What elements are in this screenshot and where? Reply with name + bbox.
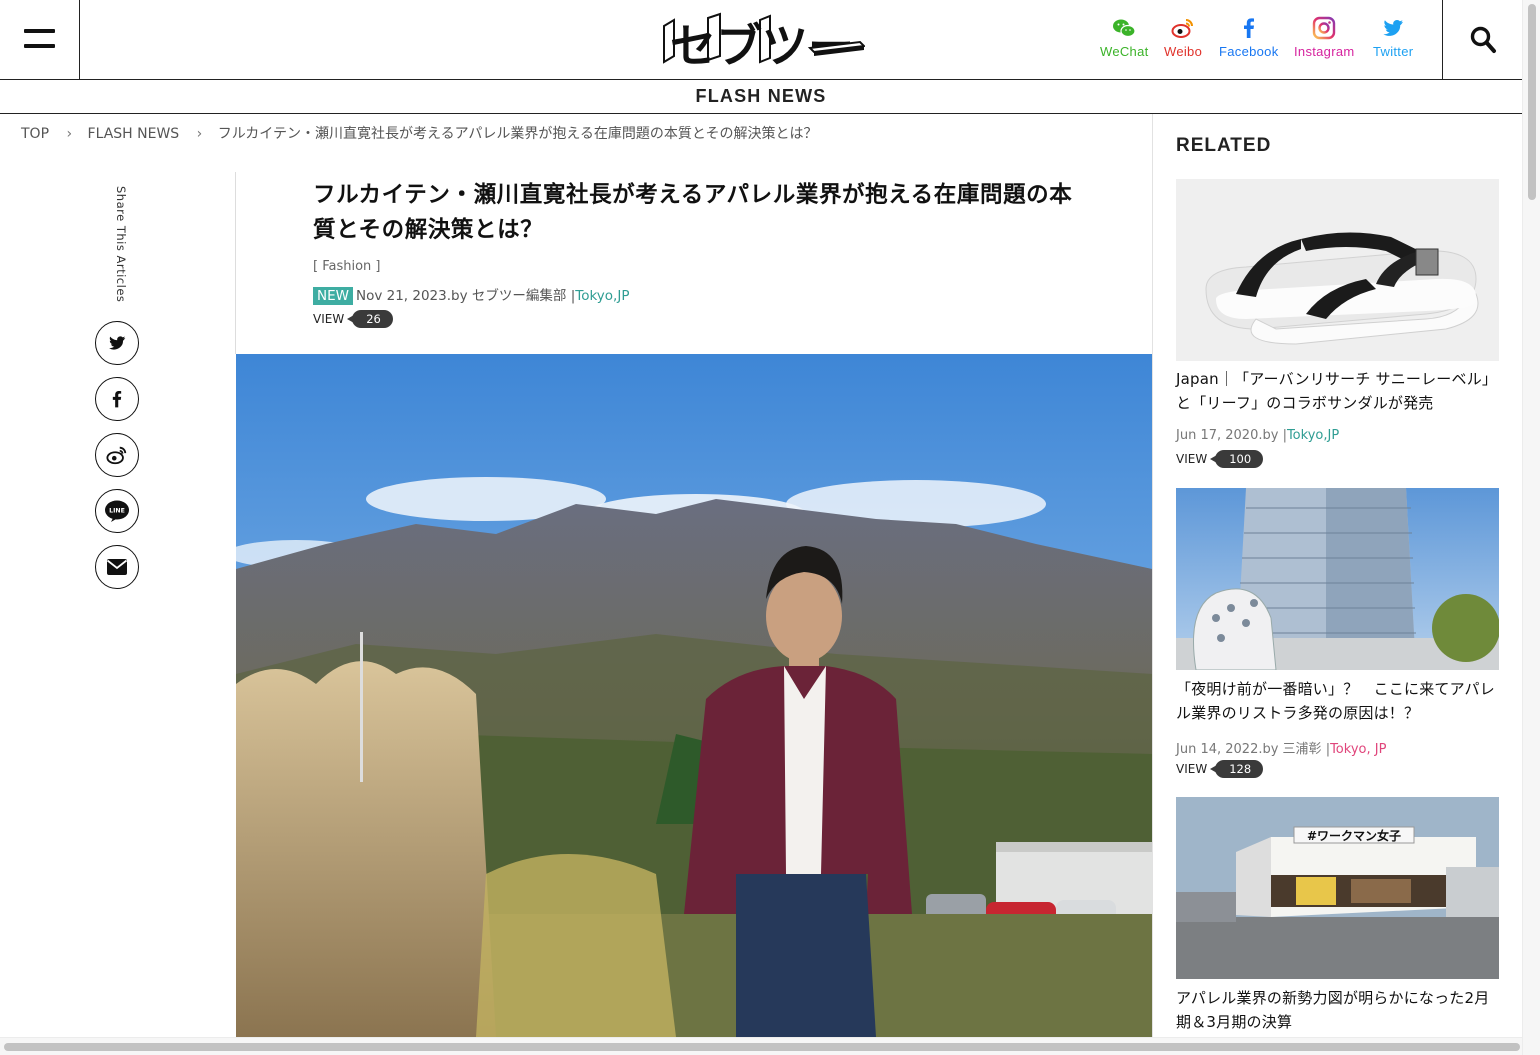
article-location[interactable]: Tokyo,JP [575, 288, 629, 304]
instagram-label: Instagram [1294, 44, 1355, 59]
related-card-meta: Jun 17, 2020.by |Tokyo,JP [1176, 428, 1339, 443]
twitter-icon [1383, 20, 1404, 36]
sandal-photo [1176, 179, 1499, 361]
wechat-label: WeChat [1100, 44, 1149, 59]
related-card-image[interactable] [1176, 179, 1499, 361]
instagram-link[interactable]: Instagram [1294, 16, 1355, 59]
share-label: Share This Articles [114, 186, 128, 303]
sidebar-divider [1152, 114, 1153, 1044]
menu-line-icon [24, 44, 55, 48]
view-label: VIEW [1176, 762, 1208, 776]
view-label: VIEW [313, 312, 345, 326]
facebook-label: Facebook [1219, 44, 1279, 59]
chevron-right-icon: › [66, 126, 73, 142]
share-facebook-button[interactable] [95, 377, 139, 421]
article-view-count: VIEW 26 [313, 310, 393, 328]
twitter-link[interactable]: Twitter [1373, 16, 1413, 59]
instagram-icon [1313, 16, 1336, 40]
facebook-icon [112, 391, 122, 408]
weibo-link[interactable]: Weibo [1164, 16, 1202, 59]
view-count-badge: 100 [1210, 450, 1264, 468]
article-divider [235, 172, 236, 354]
hero-photo [236, 354, 1152, 1037]
vertical-scrollbar[interactable] [1522, 0, 1540, 1055]
hamburger-menu-button[interactable] [0, 0, 80, 80]
breadcrumb-current: フルカイテン・瀬川直寛社長が考えるアパレル業界が抱える在庫問題の本質とその解決策… [217, 126, 818, 142]
facebook-link[interactable]: Facebook [1219, 16, 1279, 59]
share-mail-button[interactable] [95, 545, 139, 589]
article-category[interactable]: [ Fashion ] [313, 259, 380, 274]
horizontal-scrollbar-thumb[interactable] [4, 1043, 1520, 1051]
related-view-count: VIEW 100 [1176, 450, 1264, 468]
mail-icon [106, 559, 128, 575]
chevron-right-icon: › [196, 126, 203, 142]
article-title: フルカイテン・瀬川直寛社長が考えるアパレル業界が抱える在庫問題の本質とその解決策… [313, 182, 1073, 243]
wechat-link[interactable]: WeChat [1100, 16, 1149, 59]
related-card-title[interactable]: Japan｜「アーバンリサーチ サニーレーベル」と「リーフ」のコラボサンダルが発… [1176, 367, 1500, 415]
store-photo: #ワークマン女子 [1176, 797, 1499, 979]
twitter-icon [109, 336, 126, 350]
view-label: VIEW [1176, 452, 1208, 466]
related-card-title[interactable]: アパレル業界の新勢力図が明らかになった2月期＆3月期の決算 [1176, 986, 1500, 1034]
breadcrumb: TOP › FLASH NEWS › フルカイテン・瀬川直寛社長が考えるアパレル… [21, 123, 817, 143]
vertical-scrollbar-thumb[interactable] [1528, 4, 1536, 200]
related-location[interactable]: Tokyo,JP [1287, 428, 1339, 443]
article-meta: NEW Nov 21, 2023.by セブツー編集部 |Tokyo,JP [313, 284, 629, 305]
related-card-image[interactable] [1176, 488, 1499, 670]
related-card-title[interactable]: 「夜明け前が一番暗い」？ ここに来てアパレル業界のリストラ多発の原因は！？ [1176, 677, 1500, 725]
share-line-button[interactable]: LINE [95, 489, 139, 533]
article-hero-image [236, 354, 1152, 1037]
search-button[interactable] [1442, 0, 1522, 80]
related-date-author: Jun 14, 2022.by 三浦彰 [1176, 742, 1322, 757]
related-date-author: Jun 17, 2020.by [1176, 428, 1279, 443]
weibo-icon [1171, 19, 1194, 38]
store-sign-text: #ワークマン女子 [1307, 828, 1401, 843]
weibo-icon [106, 446, 127, 465]
search-icon [1470, 26, 1496, 53]
weibo-label: Weibo [1164, 44, 1203, 59]
wechat-icon [1113, 19, 1136, 38]
section-title: FLASH NEWS [0, 80, 1522, 114]
breadcrumb-top-link[interactable]: TOP [21, 126, 49, 142]
logo-icon: セブツー [663, 12, 867, 73]
view-count-badge: 128 [1210, 760, 1264, 778]
related-heading: RELATED [1176, 135, 1272, 156]
new-badge: NEW [313, 287, 353, 305]
view-count-badge: 26 [347, 310, 393, 328]
related-view-count: VIEW 128 [1176, 760, 1264, 778]
site-logo[interactable]: セブツー [660, 12, 867, 73]
article-date-author: Nov 21, 2023.by セブツー編集部 [355, 288, 567, 304]
share-twitter-button[interactable] [95, 321, 139, 365]
related-card-image[interactable]: #ワークマン女子 [1176, 797, 1499, 979]
line-icon: LINE [105, 500, 129, 522]
related-location[interactable]: Tokyo, JP [1330, 742, 1386, 757]
related-card-meta: Jun 14, 2022.by 三浦彰 |Tokyo, JP [1176, 738, 1386, 757]
building-photo [1176, 488, 1499, 670]
facebook-icon [1243, 18, 1254, 38]
share-weibo-button[interactable] [95, 433, 139, 477]
site-header: セブツー WeChat Weibo Facebook Instagram Twi… [0, 0, 1522, 80]
breadcrumb-flash-news-link[interactable]: FLASH NEWS [88, 126, 180, 142]
menu-line-icon [24, 29, 55, 33]
svg-text:LINE: LINE [109, 508, 125, 515]
twitter-label: Twitter [1373, 44, 1414, 59]
horizontal-scrollbar[interactable] [0, 1037, 1522, 1055]
